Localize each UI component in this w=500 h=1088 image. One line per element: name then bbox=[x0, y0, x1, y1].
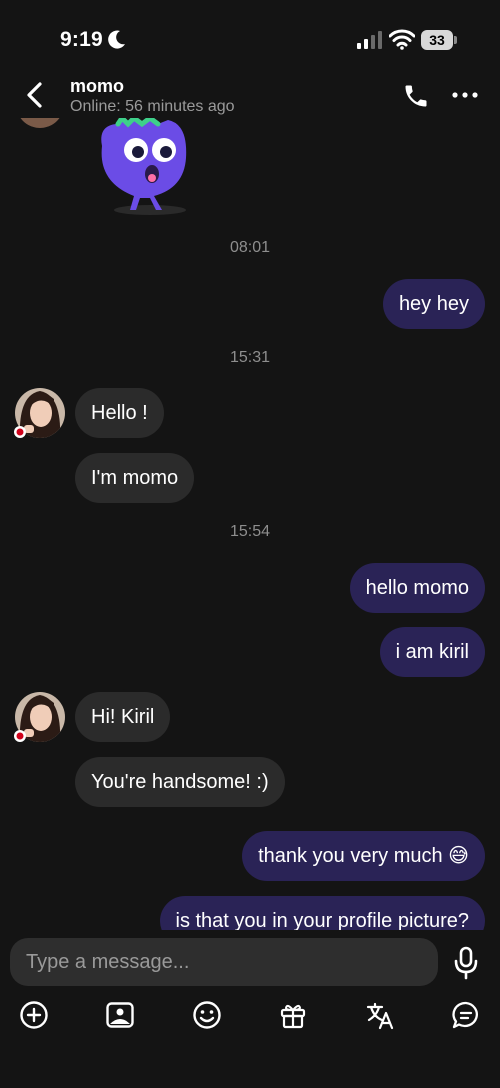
outgoing-message[interactable]: hello momo bbox=[349, 563, 485, 613]
incoming-message[interactable]: Hi! Kiril bbox=[75, 692, 171, 742]
timestamp-divider: 08:01 bbox=[229, 239, 271, 256]
outgoing-message[interactable]: i am kiril bbox=[379, 627, 485, 677]
composer bbox=[0, 930, 500, 1088]
outgoing-message[interactable]: is that you in your profile picture? bbox=[159, 896, 485, 930]
translate-icon[interactable] bbox=[365, 1000, 395, 1030]
composer-toolbar bbox=[0, 1000, 500, 1032]
contact-avatar[interactable] bbox=[14, 118, 64, 130]
status-time: 9:19 bbox=[60, 28, 103, 51]
outgoing-message[interactable]: hey hey bbox=[382, 279, 485, 329]
message-input[interactable] bbox=[10, 938, 438, 986]
purple-monster-sticker[interactable] bbox=[88, 118, 198, 218]
moon-icon bbox=[108, 30, 125, 49]
image-icon[interactable] bbox=[105, 1000, 135, 1030]
gift-icon[interactable] bbox=[278, 1000, 308, 1030]
battery-tip bbox=[454, 36, 457, 44]
incoming-message[interactable]: I'm momo bbox=[75, 453, 195, 503]
plus-icon[interactable] bbox=[19, 1000, 49, 1030]
message-list[interactable]: 08:01 hey hey 15:31 Hello ! I'm momo 15:… bbox=[0, 118, 500, 930]
wifi-icon bbox=[389, 29, 415, 50]
microphone-icon[interactable] bbox=[452, 946, 480, 980]
chat-header: momo Online: 56 minutes ago bbox=[0, 72, 500, 118]
timestamp-divider: 15:31 bbox=[229, 349, 271, 366]
outgoing-message[interactable]: thank you very much 😅 bbox=[242, 831, 485, 881]
incoming-message[interactable]: Hello ! bbox=[75, 388, 164, 438]
phone-call-icon[interactable] bbox=[402, 82, 430, 110]
chat-bubble-icon[interactable] bbox=[451, 1000, 481, 1030]
timestamp-divider: 15:54 bbox=[229, 523, 271, 540]
battery-indicator: 33 bbox=[421, 30, 457, 50]
incoming-message[interactable]: You're handsome! :) bbox=[75, 757, 285, 807]
contact-online-status: Online: 56 minutes ago bbox=[70, 98, 235, 115]
battery-level: 33 bbox=[421, 30, 453, 50]
cellular-signal-icon bbox=[357, 31, 382, 49]
emoji-icon[interactable] bbox=[192, 1000, 222, 1030]
status-bar: 9:19 33 bbox=[0, 0, 500, 72]
contact-avatar[interactable] bbox=[14, 387, 66, 439]
more-options-icon[interactable] bbox=[450, 86, 480, 104]
contact-avatar[interactable] bbox=[14, 691, 66, 743]
back-arrow-icon[interactable] bbox=[22, 80, 48, 110]
contact-name[interactable]: momo bbox=[70, 76, 124, 97]
